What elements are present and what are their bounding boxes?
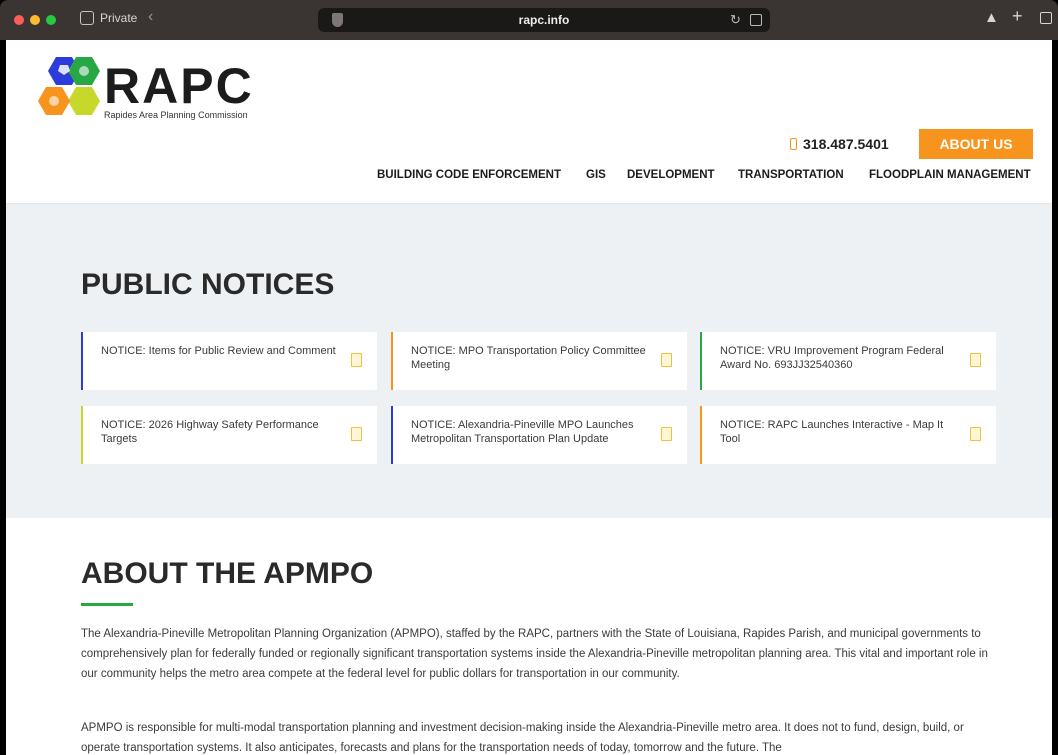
phone-text: 318.487.5401: [803, 136, 889, 152]
nav-development[interactable]: DEVELOPMENT: [627, 169, 715, 181]
notice-text: NOTICE: Items for Public Review and Comm…: [101, 345, 336, 357]
address-bar[interactable]: rapc.info ↻: [318, 8, 770, 32]
title-underline: [81, 603, 133, 606]
sidebar-toggle-icon[interactable]: [80, 11, 94, 25]
document-icon: [970, 353, 981, 367]
phone-number[interactable]: 318.487.5401: [790, 136, 889, 152]
about-paragraph-2: APMPO is responsible for multi-modal tra…: [81, 722, 964, 754]
notice-text: NOTICE: VRU Improvement Program Federal …: [720, 345, 944, 371]
notice-card[interactable]: NOTICE: RAPC Launches Interactive - Map …: [700, 406, 996, 464]
about-us-button[interactable]: ABOUT US: [919, 129, 1033, 159]
tab-overview-icon[interactable]: [1040, 12, 1052, 24]
logo-subtitle: Rapides Area Planning Commission: [104, 110, 248, 120]
zoom-window-button[interactable]: [46, 15, 56, 25]
about-apmpo-title: ABOUT THE APMPO: [81, 557, 374, 590]
notice-card[interactable]: NOTICE: VRU Improvement Program Federal …: [700, 332, 996, 390]
about-paragraph-1: The Alexandria-Pineville Metropolitan Pl…: [81, 628, 988, 680]
private-label: Private: [100, 11, 138, 25]
back-arrow-icon[interactable]: ‹: [148, 8, 153, 26]
url-text: rapc.info: [518, 13, 570, 27]
new-tab-icon[interactable]: +: [1012, 6, 1023, 27]
share-icon[interactable]: ▲: [984, 9, 999, 26]
notice-text: NOTICE: RAPC Launches Interactive - Map …: [720, 419, 944, 445]
document-icon: [351, 353, 362, 367]
nav-building-code-enforcement[interactable]: BUILDING CODE ENFORCEMENT: [377, 169, 561, 181]
document-icon: [970, 427, 981, 441]
notice-text: NOTICE: 2026 Highway Safety Performance …: [101, 419, 319, 445]
notice-text: NOTICE: Alexandria-Pineville MPO Launche…: [411, 419, 634, 445]
minimize-window-button[interactable]: [30, 15, 40, 25]
notice-card[interactable]: NOTICE: MPO Transportation Policy Commit…: [391, 332, 687, 390]
public-notices-title: PUBLIC NOTICES: [81, 268, 335, 301]
document-icon: [661, 353, 672, 367]
reader-mode-icon[interactable]: [750, 14, 762, 26]
notice-card[interactable]: NOTICE: Alexandria-Pineville MPO Launche…: [391, 406, 687, 464]
document-icon: [351, 427, 362, 441]
notice-card[interactable]: NOTICE: 2026 Highway Safety Performance …: [81, 406, 377, 464]
phone-icon: [790, 138, 797, 150]
web-page: RAPC Rapides Area Planning Commission 31…: [6, 40, 1052, 755]
close-window-button[interactable]: [14, 15, 24, 25]
hexagon-logo-icon: [38, 57, 100, 115]
document-icon: [661, 427, 672, 441]
browser-toolbar: Private ‹ rapc.info ↻ ▲ +: [0, 0, 1058, 40]
nav-floodplain-management[interactable]: FLOODPLAIN MANAGEMENT: [869, 169, 1031, 181]
logo-wordmark: RAPC: [104, 58, 254, 114]
nav-transportation[interactable]: TRANSPORTATION: [738, 169, 844, 181]
main-navigation: BUILDING CODE ENFORCEMENT GIS DEVELOPMEN…: [6, 169, 1052, 185]
public-notices-section: PUBLIC NOTICES NOTICE: Items for Public …: [6, 204, 1052, 518]
reload-icon[interactable]: ↻: [730, 12, 741, 28]
nav-gis[interactable]: GIS: [586, 169, 606, 181]
rapc-logo[interactable]: RAPC Rapides Area Planning Commission: [36, 55, 276, 125]
notice-text: NOTICE: MPO Transportation Policy Commit…: [411, 345, 646, 371]
notice-card[interactable]: NOTICE: Items for Public Review and Comm…: [81, 332, 377, 390]
